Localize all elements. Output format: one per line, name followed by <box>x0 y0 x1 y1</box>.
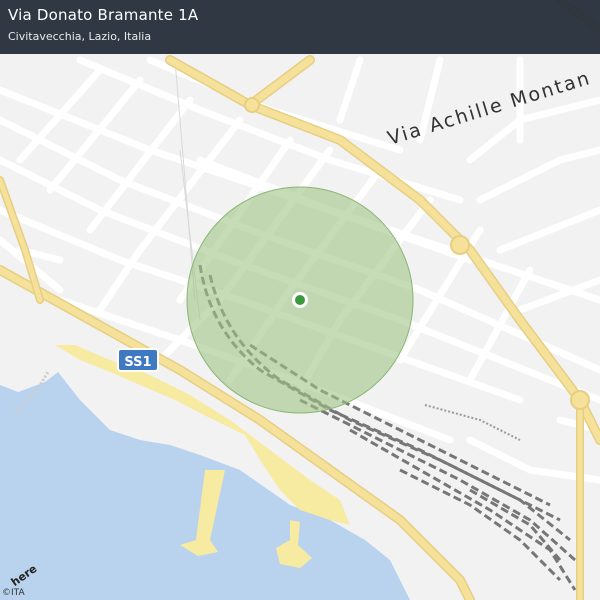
address-subtitle: Civitavecchia, Lazio, Italia <box>8 30 152 43</box>
roundabout-3 <box>244 97 260 113</box>
road-shield-label: SS1 <box>124 355 151 370</box>
roundabout-2 <box>570 390 590 410</box>
map-canvas[interactable]: Via Achille Montan SS1 <box>0 0 600 600</box>
road-shield: SS1 <box>117 348 159 372</box>
roundabout <box>450 235 470 255</box>
map-copyright: ©ITA <box>2 588 25 598</box>
location-dot[interactable] <box>295 295 305 305</box>
address-header: Via Donato Bramante 1A Civitavecchia, La… <box>0 0 600 54</box>
address-title: Via Donato Bramante 1A <box>8 6 199 24</box>
